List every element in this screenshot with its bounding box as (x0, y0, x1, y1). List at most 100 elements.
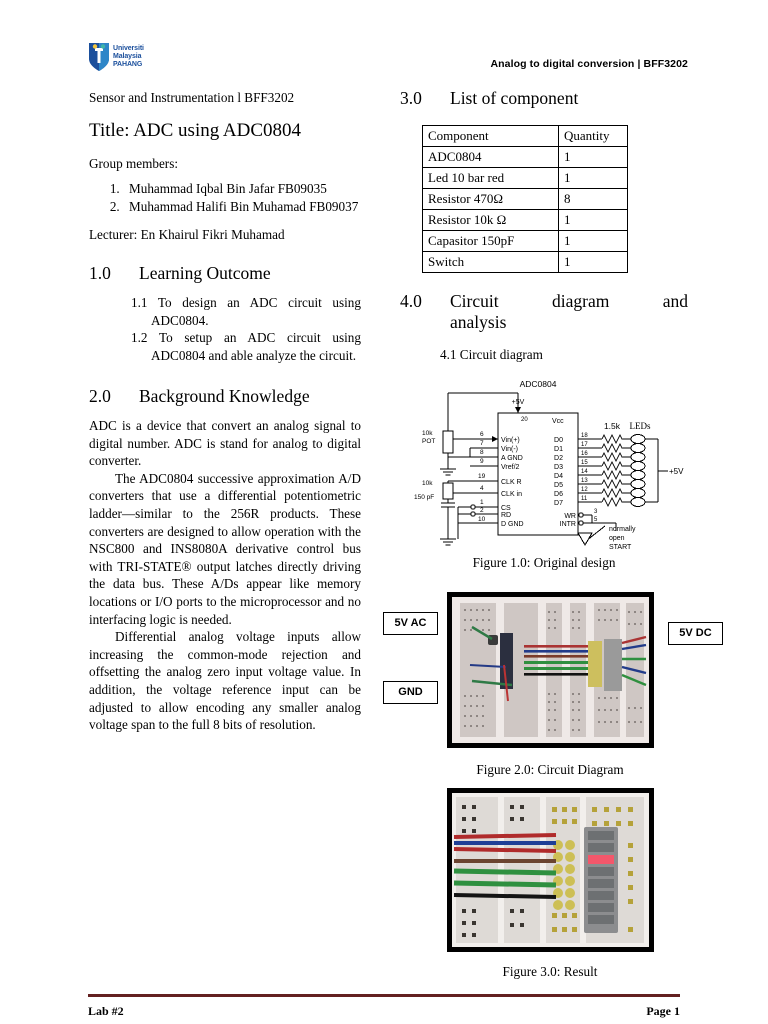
background-paragraph-3: Differential analog voltage inputs allow… (89, 629, 361, 733)
schematic-pinnum-8: 8 (480, 449, 484, 456)
schematic-pinnum-14: 14 (581, 469, 588, 475)
schematic-pot-label-2: POT (422, 438, 435, 445)
university-logo: Universiti Malaysia PAHANG (88, 38, 180, 76)
schematic-pin-rd: RD (501, 512, 511, 519)
schematic-pin-d7: D7 (554, 500, 563, 507)
schematic-pin-d1: D1 (554, 446, 563, 453)
table-row: Led 10 bar red 1 (422, 167, 628, 189)
figure-caption-3: Figure 3.0: Result (502, 964, 598, 979)
schematic-pinnum-3: 3 (594, 509, 598, 515)
schematic-pinnum-9: 9 (480, 458, 484, 465)
subsection-heading-4-1: 4.1 Circuit diagram (440, 347, 543, 362)
logo-line-2: Malaysia (113, 52, 142, 60)
figure-image-result (447, 788, 654, 952)
callout-5v-ac: 5V AC (383, 612, 438, 635)
section-title: Background Knowledge (139, 386, 310, 406)
subject-line: Sensor and Instrumentation l BFF3202 (89, 90, 295, 105)
schematic-pin-vin-minus: Vin(-) (501, 446, 518, 453)
schematic-pinnum-13: 13 (581, 478, 588, 484)
schematic-pin-cs: CS (501, 505, 511, 512)
schematic-pinnum-4: 4 (480, 485, 484, 492)
figure-image-circuit-diagram (447, 592, 654, 748)
cell-component: Resistor 10k Ω (422, 209, 559, 231)
document-page: Universiti Malaysia PAHANG Analog to dig… (0, 0, 768, 1024)
schematic-pin-clk-r: CLK R (501, 479, 522, 486)
schematic-pin-d3: D3 (554, 464, 563, 471)
callout-gnd: GND (383, 681, 438, 704)
section-title: Learning Outcome (139, 263, 271, 283)
column-header-quantity: Quantity (558, 125, 628, 147)
logo-wordmark: Universiti Malaysia PAHANG (113, 45, 144, 70)
schematic-pinnum-5: 5 (594, 517, 598, 523)
list-item: 1.1 To design an ADC circuit using ADC08… (131, 295, 361, 328)
logo-line-1: Universiti (113, 44, 144, 52)
cell-component: Capasitor 150pF (422, 230, 559, 252)
page-header: Universiti Malaysia PAHANG Analog to dig… (88, 36, 688, 80)
left-column: Sensor and Instrumentation l BFF3202 Tit… (89, 90, 361, 734)
schematic-pin-d6: D6 (554, 491, 563, 498)
breadboard-photo-3 (452, 793, 649, 947)
schematic-pinnum-16: 16 (581, 451, 588, 457)
list-item: 1.2 To setup an ADC circuit using ADC080… (131, 330, 361, 363)
schematic-switch-label-2: open (609, 535, 625, 542)
shield-icon (88, 42, 110, 72)
schematic-pin-clk-in: CLK in (501, 491, 522, 498)
schematic-pin-d2: D2 (554, 455, 563, 462)
page-footer: Lab #2 Page 1 (88, 1004, 680, 1019)
table-row: Resistor 470Ω 8 (422, 188, 628, 210)
schematic-pinnum-1: 1 (480, 499, 484, 506)
schematic-chip-title: ADC0804 (520, 379, 557, 389)
section-heading-1: 1.0 Learning Outcome (89, 263, 361, 284)
cell-quantity: 8 (558, 188, 628, 210)
schematic-rc-label-2: 150 pF (414, 494, 434, 501)
learning-outcome-list: 1.1 To design an ADC circuit using ADC08… (89, 294, 361, 364)
section-heading-3: 3.0 List of component (400, 88, 688, 109)
schematic-pin-a-gnd: A GND (501, 455, 523, 462)
table-row: Switch 1 (422, 251, 628, 273)
section-title-line-2: analysis (450, 312, 507, 332)
schematic-pinnum-11: 11 (581, 496, 588, 502)
cell-quantity: 1 (558, 209, 628, 231)
lecturer-line: Lecturer: En Khairul Fikri Muhamad (89, 227, 285, 242)
schematic-switch-label-1: normally (609, 526, 636, 533)
background-paragraph-2: The ADC0804 successive approximation A/D… (89, 470, 361, 627)
callout-5v-dc: 5V DC (668, 622, 723, 645)
figure-caption-2: Figure 2.0: Circuit Diagram (476, 762, 624, 777)
schematic-pin-d-gnd: D GND (501, 521, 524, 528)
column-header-component: Component (422, 125, 559, 147)
section-number: 4.0 (400, 291, 422, 311)
schematic-resistor-label: 1.5k (604, 421, 621, 431)
schematic-pinnum-19: 19 (478, 473, 486, 480)
schematic-pinnum-7: 7 (480, 440, 484, 447)
page-title: Title: ADC using ADC0804 (89, 120, 302, 141)
schematic-pinnum-18: 18 (581, 433, 588, 439)
schematic-pinnum-12: 12 (581, 487, 588, 493)
schematic-pin-vin-plus: Vin(+) (501, 437, 520, 444)
footer-page-number: Page 1 (646, 1004, 680, 1018)
cell-quantity: 1 (558, 146, 628, 168)
schematic-pin-wr: WR (564, 513, 576, 520)
table-row: Capasitor 150pF 1 (422, 230, 628, 252)
schematic-pinnum-6: 6 (480, 431, 484, 438)
section-heading-4: 4.0 Circuit diagram and analysis (400, 291, 688, 333)
group-members-list: Muhammad Iqbal Bin Jafar FB09035 Muhamma… (89, 180, 361, 215)
right-column: 3.0 List of component Component Quantity… (400, 88, 688, 571)
figure-caption-1: Figure 1.0: Original design (472, 555, 616, 570)
section-title-line-1: Circuit diagram and (450, 291, 688, 311)
schematic-leds-label: LEDs (630, 421, 651, 431)
schematic-pin-vref: Vref/2 (501, 464, 520, 471)
table-row: Resistor 10k Ω 1 (422, 209, 628, 231)
section-heading-2: 2.0 Background Knowledge (89, 386, 361, 407)
list-item: Muhammad Halifi Bin Muhamad FB09037 (123, 198, 361, 216)
schematic-pot-label-1: 10k (422, 430, 433, 437)
cell-component: Switch (422, 251, 559, 273)
schematic-pin-20: 20 (521, 417, 528, 423)
cell-component: Led 10 bar red (422, 167, 559, 189)
schematic-pin-intr: INTR (560, 521, 576, 528)
background-paragraph-1: ADC is a device that convert an analog s… (89, 418, 361, 469)
schematic-pinnum-15: 15 (581, 460, 588, 466)
header-running-title: Analog to digital conversion | BFF3202 (490, 58, 688, 70)
cell-quantity: 1 (558, 230, 628, 252)
schematic-pinnum-10: 10 (478, 516, 486, 523)
footer-left-label: Lab #2 (88, 1004, 124, 1018)
